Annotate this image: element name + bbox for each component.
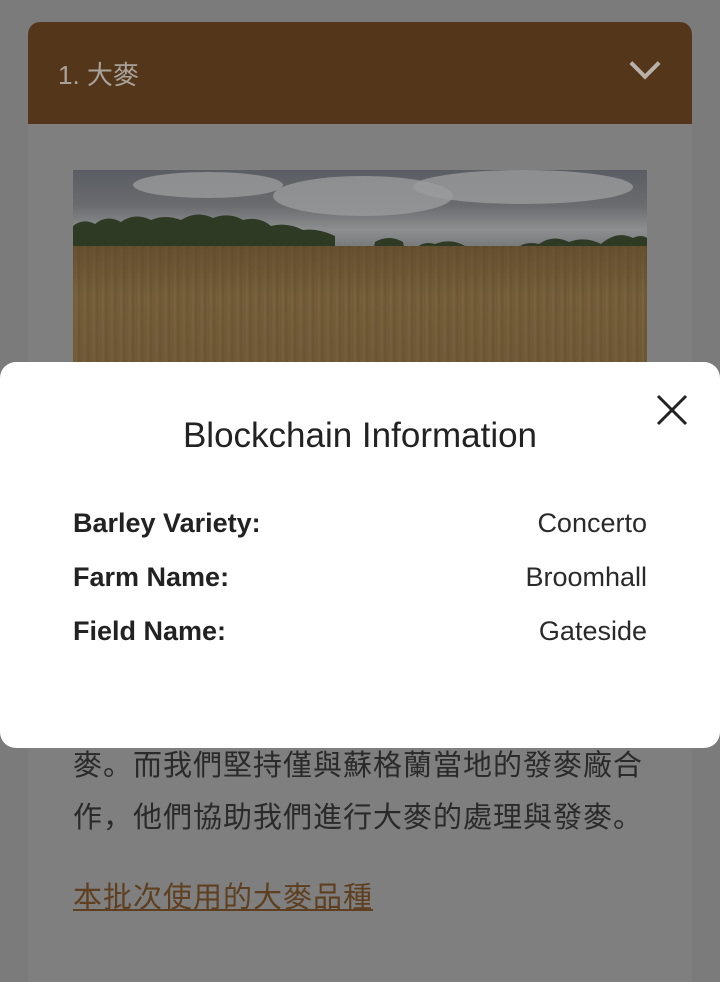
info-row-farm-name: Farm Name: Broomhall [73,562,647,593]
info-value: Gateside [538,616,647,646]
barley-variety-link[interactable]: 本批次使用的大麥品種 [73,874,373,916]
info-row-barley-variety: Barley Variety: Concerto [73,508,647,539]
modal-title: Blockchain Information [182,416,538,455]
chevron-down-icon[interactable] [629,48,661,80]
info-label: Farm Name: [73,562,230,592]
info-value: Concerto [537,508,647,538]
info-label: Barley Variety: [73,508,261,538]
barley-field-photo [73,170,647,370]
info-row-field-name: Field Name: Gateside [73,616,647,647]
info-label: Field Name: [73,616,227,646]
accordion-title: 1. 大麥 [58,59,139,90]
article-text: 麥。而我們堅持僅與蘇格蘭當地的發麥廠合 作，他們協助我們進行大麥的處理與發麥。 [73,740,653,844]
article-text-line: 作，他們協助我們進行大麥的處理與發麥。 [73,802,644,834]
info-value: Broomhall [525,562,647,592]
accordion-header[interactable]: 1. 大麥 [28,22,692,124]
